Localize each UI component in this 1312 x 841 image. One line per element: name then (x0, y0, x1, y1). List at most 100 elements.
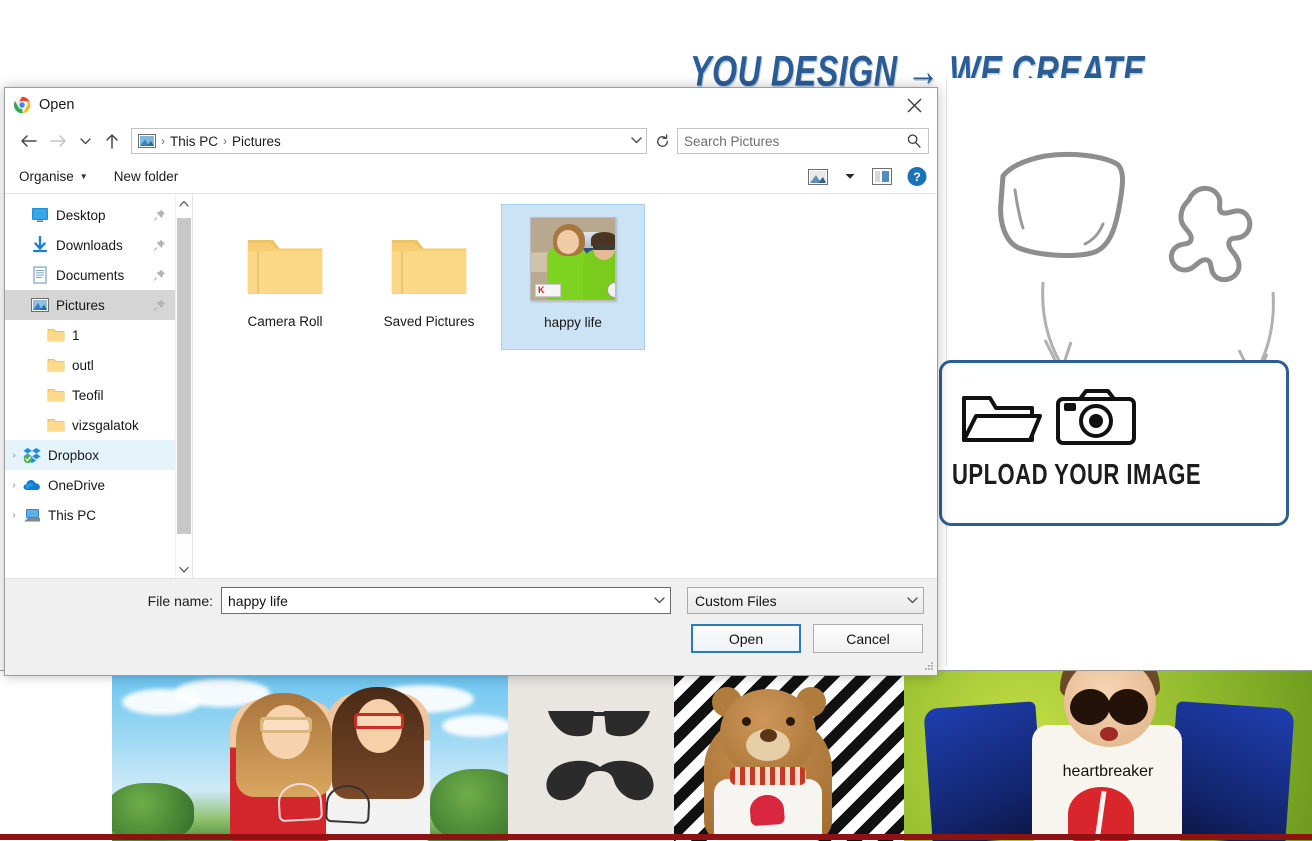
folder-icon (47, 359, 65, 372)
folder-icon (47, 389, 65, 402)
filetype-value: Custom Files (695, 592, 777, 609)
close-button[interactable] (891, 88, 937, 122)
sidebar-item-outl[interactable]: outl (5, 350, 192, 380)
sidebar-item-label: outl (72, 357, 94, 373)
sidebar-item-vizsgalatok[interactable]: vizsgalatok (5, 410, 192, 440)
help-button[interactable]: ? (907, 166, 927, 187)
folder-icon (47, 329, 65, 342)
expander-chevron-icon[interactable]: › (5, 450, 23, 461)
file-item-saved-pictures[interactable]: Saved Pictures (357, 204, 501, 350)
view-dropdown-button[interactable] (843, 165, 857, 189)
file-item-happy-life[interactable]: happy life (501, 204, 645, 350)
folder-icon (391, 239, 467, 294)
sidebar-item-desktop[interactable]: Desktop (5, 200, 192, 230)
breadcrumb-separator: › (161, 134, 165, 148)
file-item-label: Camera Roll (247, 314, 323, 329)
folder-icon (247, 239, 323, 294)
filename-row: File name: happy life Custom Files (5, 587, 937, 614)
file-item-camera-roll[interactable]: Camera Roll (213, 204, 357, 350)
list-item[interactable] (508, 671, 904, 841)
dialog-titlebar[interactable]: Open (5, 88, 937, 122)
expander-chevron-icon[interactable]: › (5, 480, 23, 491)
search-input[interactable]: Search Pictures (677, 128, 929, 154)
sidebar-item-dropbox[interactable]: › Dropbox (5, 440, 192, 470)
command-bar-right: ? (805, 165, 927, 189)
search-icon (907, 134, 921, 148)
dialog-footer: File name: happy life Custom Files Open … (5, 579, 937, 675)
navigation-scrollbar[interactable] (175, 194, 192, 578)
chrome-icon (13, 96, 31, 114)
pin-icon[interactable] (153, 269, 166, 282)
scroll-down-button[interactable] (176, 560, 192, 578)
sidebar-item-label: 1 (72, 327, 80, 343)
navigation-tree: Desktop Downloads Documents Pictures 1 outl Te… (5, 194, 192, 530)
list-item[interactable]: heartbreaker (904, 671, 1312, 841)
sidebar-item-label: This PC (48, 507, 97, 523)
scrollbar-thumb[interactable] (177, 218, 191, 534)
sidebar-item-teofil[interactable]: Teofil (5, 380, 192, 410)
sidebar-item-label: Desktop (56, 207, 106, 223)
pin-icon[interactable] (153, 239, 166, 252)
breadcrumb-pictures[interactable]: Pictures (232, 134, 281, 149)
mustache-icon (546, 760, 654, 801)
pin-icon[interactable] (153, 299, 166, 312)
breadcrumb-this-pc[interactable]: This PC (170, 134, 218, 149)
list-item[interactable] (112, 671, 508, 841)
change-view-button[interactable] (805, 165, 831, 189)
sidebar-item-downloads[interactable]: Downloads (5, 230, 192, 260)
sidebar-item-label: Documents (56, 267, 125, 283)
recent-locations-button[interactable] (73, 126, 97, 156)
filetype-select[interactable]: Custom Files (687, 587, 924, 614)
sidebar-item-this-pc[interactable]: › This PC (5, 500, 192, 530)
address-dropdown-button[interactable] (626, 135, 646, 147)
onedrive-icon (23, 480, 40, 490)
footer-buttons: Open Cancel (691, 624, 923, 653)
sidebar-item-documents[interactable]: Documents (5, 260, 192, 290)
preview-pane-button[interactable] (869, 165, 895, 189)
resize-grip-icon[interactable] (922, 661, 934, 673)
thumb-watermark (535, 284, 561, 297)
open-button[interactable]: Open (691, 624, 801, 653)
shirt-print-text: heartbreaker (1062, 763, 1154, 780)
organise-button[interactable]: Organise ▼ (19, 169, 88, 184)
heart-print-left (277, 781, 323, 823)
filetype-dropdown-icon[interactable] (901, 595, 923, 607)
new-folder-button[interactable]: New folder (114, 169, 179, 184)
forward-button[interactable] (43, 126, 73, 156)
dialog-navbar: › This PC › Pictures Search Pictures (5, 122, 937, 160)
sidebar-item-1[interactable]: 1 (5, 320, 192, 350)
sidebar-item-onedrive[interactable]: › OneDrive (5, 470, 192, 500)
filename-dropdown-button[interactable] (648, 595, 670, 607)
file-item-label: Saved Pictures (383, 314, 475, 329)
folder-open-icon (962, 396, 1042, 442)
file-list[interactable]: Camera Roll Saved Pictures happy life (193, 194, 937, 578)
upload-your-image-dropzone[interactable]: UPLOAD YOUR IMAGE (939, 360, 1289, 526)
downloads-icon (32, 236, 48, 253)
filename-input[interactable]: happy life (221, 587, 671, 614)
tree-shape (112, 783, 194, 841)
file-thumbnail (242, 214, 328, 300)
sidebar-item-pictures[interactable]: Pictures (5, 290, 192, 320)
teddy-nose (760, 729, 777, 742)
up-arrow-icon (106, 134, 118, 149)
sidebar-item-label: Dropbox (48, 447, 100, 463)
scroll-up-button[interactable] (176, 194, 192, 212)
back-arrow-icon (20, 135, 37, 147)
sunglasses-icon (548, 711, 650, 737)
chevron-down-icon (906, 596, 918, 603)
cancel-button[interactable]: Cancel (813, 624, 923, 653)
filename-value: happy life (228, 592, 288, 609)
back-button[interactable] (13, 126, 43, 156)
up-button[interactable] (97, 126, 127, 156)
product-photo-strip: heartbreaker (0, 670, 1312, 841)
file-thumbnail (386, 214, 472, 300)
refresh-button[interactable] (649, 128, 675, 154)
forward-arrow-icon (49, 135, 66, 147)
heart-print (748, 793, 786, 827)
upload-caption: UPLOAD YOUR IMAGE (952, 459, 1202, 492)
thispc-icon (24, 509, 40, 522)
pin-icon[interactable] (153, 209, 166, 222)
address-bar[interactable]: › This PC › Pictures (131, 128, 647, 154)
file-thumbnail (530, 215, 616, 301)
expander-chevron-icon[interactable]: › (5, 510, 23, 521)
